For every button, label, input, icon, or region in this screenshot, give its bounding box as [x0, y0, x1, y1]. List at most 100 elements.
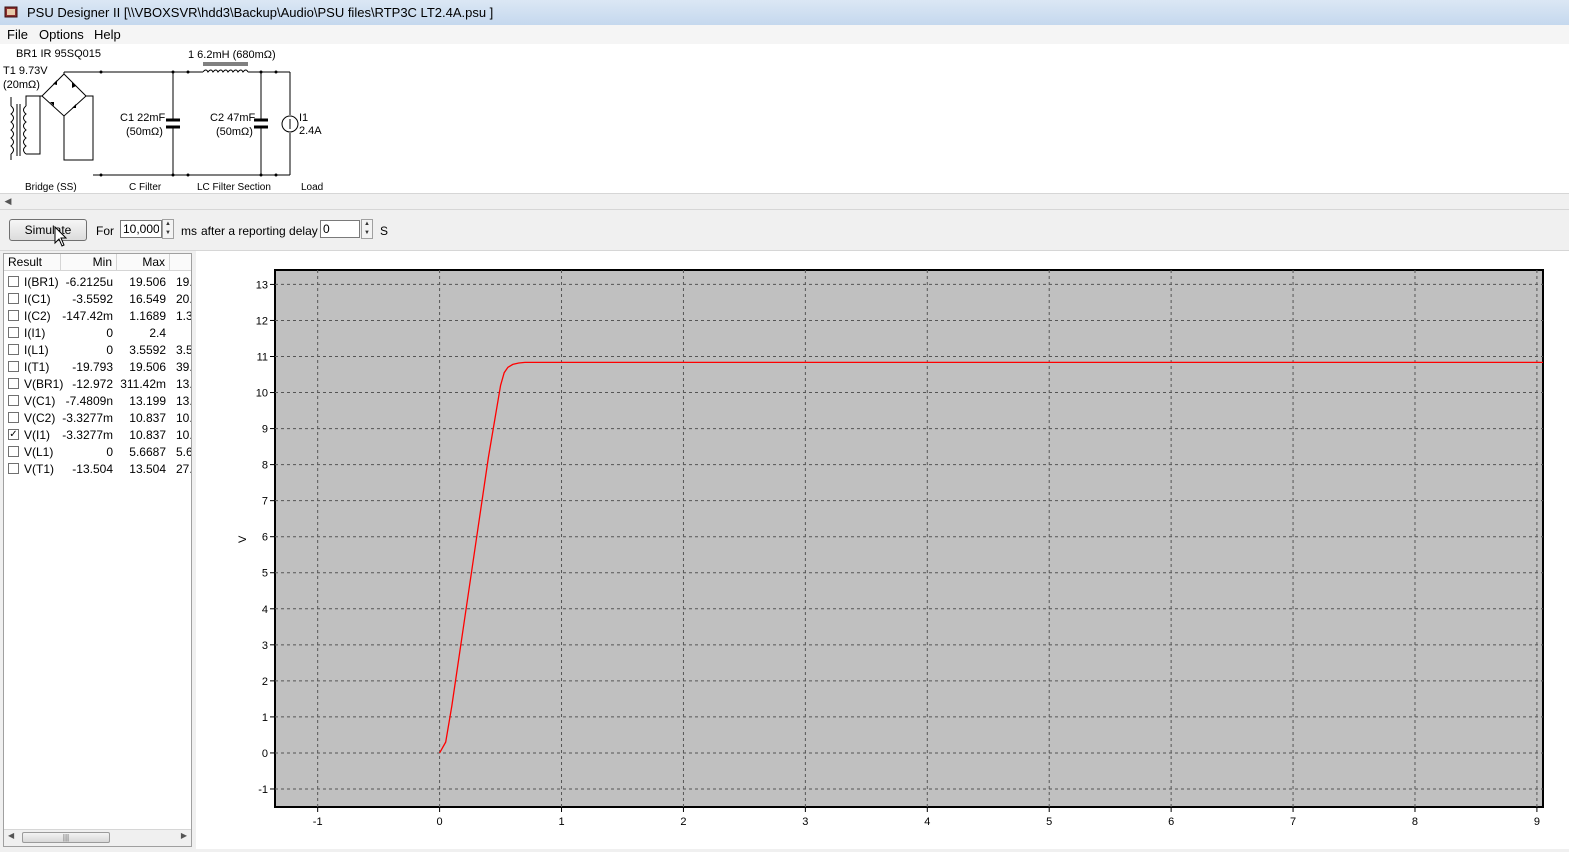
voltage-plot[interactable]: -1 0 1 2 3 4 5 6 7 8 9-1012345678910111213 V	[196, 251, 1569, 849]
result-extra: 1.3	[176, 309, 192, 323]
scroll-left-icon[interactable]: ◀	[0, 194, 16, 209]
result-name: I(BR1)	[24, 275, 59, 289]
l1-label: 1 6.2mH (680mΩ)	[188, 49, 276, 61]
section-bridge: Bridge (SS)	[25, 182, 77, 193]
result-max: 16.549	[129, 292, 166, 306]
result-row[interactable]: V(C1) -7.4809n 13.199 13.	[4, 392, 192, 409]
result-min: -19.793	[72, 360, 113, 374]
result-row[interactable]: I(BR1) -6.2125u 19.506 19.	[4, 273, 191, 290]
plot-panel: -1 0 1 2 3 4 5 6 7 8 9 -1 0 1 2 3 4 5 6 7 8 9 10 11 12 13 V	[196, 251, 1569, 849]
mouse-cursor-icon	[54, 226, 68, 247]
c2-resistance: (50mΩ)	[216, 126, 253, 138]
result-checkbox[interactable]	[8, 327, 19, 338]
result-checkbox[interactable]	[8, 293, 19, 304]
result-checkbox[interactable]	[8, 463, 19, 474]
result-max: 10.837	[129, 428, 166, 442]
result-max: 311.42m	[120, 377, 166, 391]
delay-spinner[interactable]: ▲ ▼	[361, 219, 373, 239]
x-tick-label: 2	[680, 816, 686, 828]
result-name: V(C2)	[24, 411, 56, 425]
x-tick-label: 5	[1046, 816, 1052, 828]
scroll-thumb[interactable]: |||	[22, 832, 110, 843]
result-checkbox[interactable]	[8, 276, 19, 287]
y-tick-label: 13	[256, 279, 268, 291]
result-min: -7.4809n	[65, 394, 113, 408]
result-checkbox[interactable]	[8, 395, 19, 406]
result-min: -147.42m	[62, 309, 113, 323]
result-extra: 13.	[176, 377, 192, 391]
x-tick-label: 8	[1412, 816, 1418, 828]
circuit-schematic[interactable]: T1 9.73V (20mΩ) BR1 IR 95SQ015 1 6.2mH (…	[0, 44, 1569, 193]
x-tick-label: 6	[1168, 816, 1174, 828]
header-extra[interactable]	[170, 254, 191, 270]
result-extra: 20.	[176, 292, 192, 306]
result-extra: 10.	[176, 428, 192, 442]
x-tick-label: 3	[802, 816, 808, 828]
result-row[interactable]: V(BR1) -12.972 311.42m 13.	[4, 375, 192, 392]
result-checkbox[interactable]: ✓	[8, 429, 19, 440]
menu-options[interactable]: Options	[39, 27, 84, 42]
delay-label: after a reporting delay of	[201, 224, 332, 238]
y-tick-label: 6	[262, 532, 268, 544]
x-tick-label: 0	[437, 816, 443, 828]
result-row[interactable]: V(T1) -13.504 13.504 27.	[4, 460, 191, 477]
result-row[interactable]: I(C2) -147.42m 1.1689 1.3	[4, 307, 192, 324]
result-row[interactable]: I(L1) 0 3.5592 3.5	[4, 341, 192, 358]
result-row[interactable]: ✓ V(I1) -3.3277m 10.837 10.	[4, 426, 192, 443]
y-tick-label: 2	[262, 676, 268, 688]
scroll-left-icon[interactable]: ◀	[8, 831, 14, 840]
x-tick-label: 4	[924, 816, 930, 828]
result-row[interactable]: I(I1) 0 2.4	[4, 324, 191, 341]
result-checkbox[interactable]	[8, 310, 19, 321]
y-tick-label: 8	[262, 460, 268, 472]
result-min: -3.3277m	[62, 428, 113, 442]
result-name: V(L1)	[24, 445, 54, 459]
header-result[interactable]: Result	[4, 254, 61, 270]
y-tick-label: 0	[262, 748, 268, 760]
result-min: -3.3277m	[62, 411, 113, 425]
c2-label: C2 47mF	[210, 112, 256, 124]
simulate-button[interactable]: Simulate	[9, 219, 87, 241]
results-scrollbar[interactable]: ◀ ||| ▶	[4, 829, 191, 846]
result-name: V(C1)	[24, 394, 56, 408]
result-extra: 3.5	[176, 343, 192, 357]
result-extra: 39.	[176, 360, 192, 374]
scroll-right-icon[interactable]: ▶	[181, 831, 187, 840]
result-min: 0	[106, 445, 113, 459]
result-row[interactable]: I(C1) -3.5592 16.549 20.	[4, 290, 192, 307]
result-max: 3.5592	[129, 343, 166, 357]
result-checkbox[interactable]	[8, 446, 19, 457]
menu-help[interactable]: Help	[94, 27, 121, 42]
title-bar: PSU Designer II [\\VBOXSVR\hdd3\Backup\A…	[0, 0, 1569, 26]
result-row[interactable]: V(C2) -3.3277m 10.837 10.	[4, 409, 191, 426]
delay-input[interactable]	[320, 220, 360, 238]
result-row[interactable]: V(L1) 0 5.6687 5.6	[4, 443, 191, 460]
result-extra: 13.	[176, 394, 192, 408]
result-checkbox[interactable]	[8, 344, 19, 355]
result-name: I(I1)	[24, 326, 46, 340]
result-checkbox[interactable]	[8, 361, 19, 372]
results-table: Result Min Max I(BR1) -6.2125u 19.506 19. I(…	[3, 253, 192, 847]
result-min: -3.5592	[72, 292, 113, 306]
app-icon	[4, 6, 18, 18]
x-tick-label: 7	[1290, 816, 1296, 828]
x-tick-label: 9	[1534, 816, 1540, 828]
results-header: Result Min Max	[4, 254, 191, 271]
result-min: -13.504	[72, 462, 113, 476]
result-row[interactable]: I(T1) -19.793 19.506 39.	[4, 358, 192, 375]
result-max: 10.837	[129, 411, 166, 425]
window-title: PSU Designer II [\\VBOXSVR\hdd3\Backup\A…	[27, 5, 494, 20]
y-tick-label: 1	[262, 712, 268, 724]
result-checkbox[interactable]	[8, 412, 19, 423]
result-max: 2.4	[149, 326, 166, 340]
result-checkbox[interactable]	[8, 378, 19, 389]
header-min[interactable]: Min	[61, 254, 117, 270]
menu-file[interactable]: File	[7, 27, 28, 42]
schematic-scrollbar[interactable]: ◀	[0, 193, 1569, 210]
duration-spinner[interactable]: ▲ ▼	[162, 219, 174, 239]
i1-label: I1	[299, 112, 308, 124]
header-max[interactable]: Max	[117, 254, 170, 270]
y-tick-label: 12	[256, 315, 268, 327]
duration-input[interactable]	[120, 220, 162, 238]
y-tick-label: 7	[262, 496, 268, 508]
